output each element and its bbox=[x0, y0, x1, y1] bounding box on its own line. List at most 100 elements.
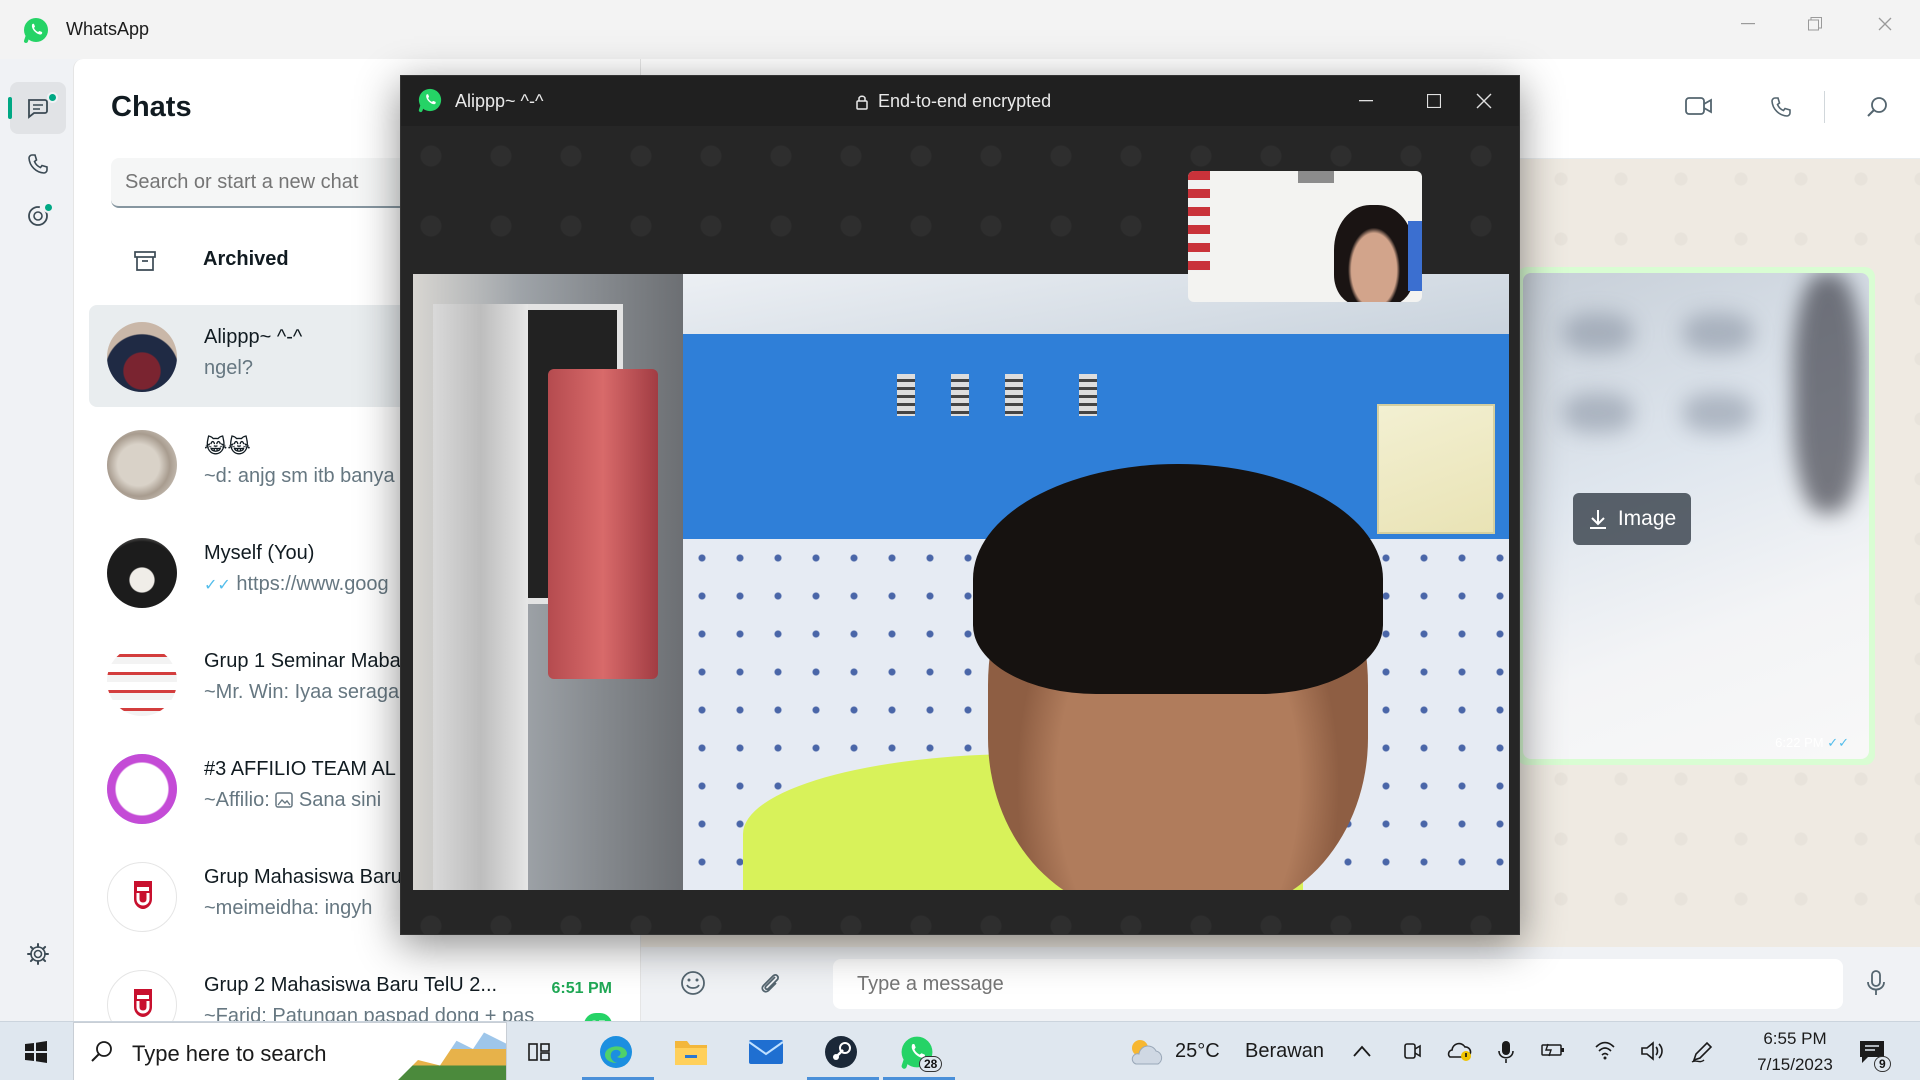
telkom-logo-icon bbox=[134, 989, 152, 1017]
status-update-dot bbox=[43, 202, 54, 213]
call-contact-name: Alippp~ ^-^ bbox=[455, 91, 544, 111]
app-title: WhatsApp bbox=[66, 19, 150, 39]
chat-avatar bbox=[107, 538, 177, 608]
whatsapp-unread-badge: 28 bbox=[919, 1056, 943, 1072]
steam-icon bbox=[825, 1036, 857, 1068]
mail-taskbar-button[interactable] bbox=[744, 1030, 788, 1074]
microphone-in-use-icon[interactable] bbox=[1497, 1040, 1515, 1064]
chat-name: Grup 2 Mahasiswa Baru TelU 2... bbox=[204, 974, 498, 996]
whatsapp-taskbar-button[interactable]: 28 bbox=[895, 1030, 943, 1074]
wifi-icon[interactable] bbox=[1594, 1040, 1616, 1060]
pen-workspace-icon[interactable] bbox=[1690, 1040, 1714, 1064]
message-input[interactable] bbox=[833, 959, 1843, 1009]
download-icon bbox=[1589, 510, 1606, 529]
telkom-logo-icon bbox=[134, 881, 152, 909]
emoji-icon[interactable] bbox=[679, 969, 707, 997]
remote-video-feed bbox=[413, 274, 1509, 890]
window-titlebar: WhatsApp bbox=[0, 0, 1920, 59]
chat-preview: ngel? bbox=[204, 357, 253, 379]
pip-face bbox=[1334, 205, 1414, 302]
whatsapp-logo-icon bbox=[418, 88, 442, 113]
steam-taskbar-button[interactable] bbox=[819, 1030, 863, 1074]
chat-avatar bbox=[107, 430, 177, 500]
chat-preview: ~Affilio: Sana sini bbox=[204, 789, 381, 812]
self-video-pip[interactable] bbox=[1188, 171, 1422, 302]
restore-button[interactable] bbox=[1790, 6, 1840, 42]
pip-wall-frame bbox=[1298, 171, 1334, 183]
file-explorer-button[interactable] bbox=[669, 1030, 713, 1074]
microphone-icon[interactable] bbox=[1865, 969, 1887, 997]
weather-widget-button[interactable] bbox=[1124, 1030, 1168, 1074]
call-titlebar: Alippp~ ^-^ End-to-end encrypted bbox=[401, 76, 1519, 126]
voice-call-icon[interactable] bbox=[1769, 95, 1793, 119]
video-vent bbox=[1005, 374, 1023, 416]
settings-nav-button[interactable] bbox=[10, 928, 66, 980]
video-vent bbox=[1079, 374, 1097, 416]
archive-icon bbox=[134, 251, 156, 271]
partly-cloudy-icon bbox=[1131, 1040, 1163, 1065]
nav-rail bbox=[0, 59, 73, 1059]
task-view-button[interactable] bbox=[518, 1030, 562, 1074]
notification-center-button[interactable]: 9 bbox=[1850, 1030, 1894, 1074]
archived-label: Archived bbox=[203, 248, 289, 270]
chats-heading: Chats bbox=[111, 91, 192, 123]
chat-preview: ~Mr. Win: Iyaa seraga bbox=[204, 681, 400, 703]
download-image-label: Image bbox=[1617, 507, 1677, 530]
chat-preview: ~Farid: Patungan paspad dong + pas bbox=[204, 1005, 535, 1021]
message-time-text: 6:22 PM bbox=[1775, 735, 1824, 750]
task-view-icon bbox=[528, 1043, 550, 1061]
volume-icon[interactable] bbox=[1640, 1040, 1664, 1062]
video-call-icon[interactable] bbox=[1685, 95, 1713, 117]
taskbar-search-placeholder: Type here to search bbox=[132, 1041, 327, 1066]
encryption-text: End-to-end encrypted bbox=[878, 91, 1052, 111]
message-time: 6:22 PM ✓✓ bbox=[1775, 735, 1849, 751]
onedrive-warning-icon[interactable] bbox=[1446, 1040, 1472, 1062]
photo-icon bbox=[275, 792, 294, 808]
maximize-icon bbox=[1427, 94, 1441, 108]
chat-preview-text: https://www.goog bbox=[236, 573, 389, 595]
search-icon bbox=[91, 1041, 112, 1062]
blur-blob bbox=[1793, 273, 1863, 513]
call-minimize-button[interactable] bbox=[1333, 76, 1399, 126]
taskbar-clock[interactable]: 6:55 PM 7/15/2023 bbox=[1730, 1026, 1860, 1078]
chat-avatar bbox=[107, 862, 177, 932]
close-button[interactable] bbox=[1860, 6, 1910, 42]
lock-icon bbox=[856, 95, 868, 110]
chat-name: Grup 1 Seminar Maba bbox=[204, 650, 401, 672]
read-ticks-icon: ✓✓ bbox=[204, 577, 231, 594]
status-nav-button[interactable] bbox=[10, 190, 66, 242]
call-body bbox=[401, 126, 1519, 934]
mail-icon bbox=[748, 1040, 784, 1064]
search-highlight-illustration bbox=[396, 1032, 506, 1080]
weather-description: Berawan bbox=[1245, 1040, 1324, 1062]
windows-logo-icon bbox=[25, 1041, 47, 1063]
gear-icon bbox=[27, 943, 49, 965]
blur-blob bbox=[1683, 313, 1753, 353]
video-hair bbox=[973, 464, 1383, 694]
chat-name: #3 AFFILIO TEAM AL bbox=[204, 758, 396, 780]
chat-time: 6:51 PM bbox=[551, 980, 612, 997]
video-vent bbox=[897, 374, 915, 416]
chat-name: 😹😹 bbox=[204, 436, 251, 458]
attach-icon[interactable] bbox=[757, 969, 783, 997]
unread-dot bbox=[47, 92, 58, 103]
taskbar-search-box[interactable]: Type here to search bbox=[73, 1022, 507, 1080]
chat-preview: ~meimeidha: ingyh bbox=[204, 897, 373, 919]
pip-flag bbox=[1188, 171, 1210, 271]
image-message-bubble[interactable]: Image 6:22 PM ✓✓ bbox=[1517, 267, 1875, 765]
call-close-button[interactable] bbox=[1451, 76, 1517, 126]
unread-count-badge: 95 bbox=[584, 1013, 612, 1021]
search-icon[interactable] bbox=[1866, 95, 1890, 119]
chevron-up-icon[interactable] bbox=[1352, 1044, 1372, 1058]
chats-nav-button[interactable] bbox=[8, 82, 66, 134]
calls-nav-button[interactable] bbox=[10, 138, 66, 190]
edge-taskbar-button[interactable] bbox=[594, 1030, 638, 1074]
phone-icon bbox=[28, 154, 48, 174]
clock-date: 7/15/2023 bbox=[1757, 1055, 1833, 1074]
start-button[interactable] bbox=[14, 1030, 58, 1074]
meet-now-icon[interactable] bbox=[1401, 1040, 1423, 1062]
chat-item-grup-2-mahasiswa-baru[interactable]: Grup 2 Mahasiswa Baru TelU 2... 6:51 PM … bbox=[89, 953, 634, 1021]
battery-icon[interactable] bbox=[1540, 1040, 1566, 1060]
minimize-button[interactable] bbox=[1723, 6, 1773, 42]
download-image-button[interactable]: Image bbox=[1573, 493, 1691, 545]
